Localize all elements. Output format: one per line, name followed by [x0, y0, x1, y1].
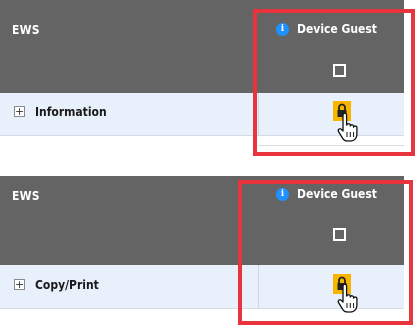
highlight-box: [238, 180, 413, 325]
permission-panel-copy-print: EWS i Device Guest + Copy/Print: [0, 176, 418, 325]
plus-icon[interactable]: +: [14, 106, 25, 117]
highlight-box: [253, 9, 415, 156]
ews-header: EWS: [0, 176, 258, 265]
ews-label: EWS: [12, 23, 40, 37]
row-label: Copy/Print: [35, 278, 99, 292]
row-label: Information: [35, 105, 107, 119]
permission-panel-information: EWS i Device Guest + Information: [0, 0, 418, 156]
ews-label: EWS: [12, 189, 40, 203]
plus-icon[interactable]: +: [14, 279, 25, 290]
ews-header: EWS: [0, 0, 258, 93]
